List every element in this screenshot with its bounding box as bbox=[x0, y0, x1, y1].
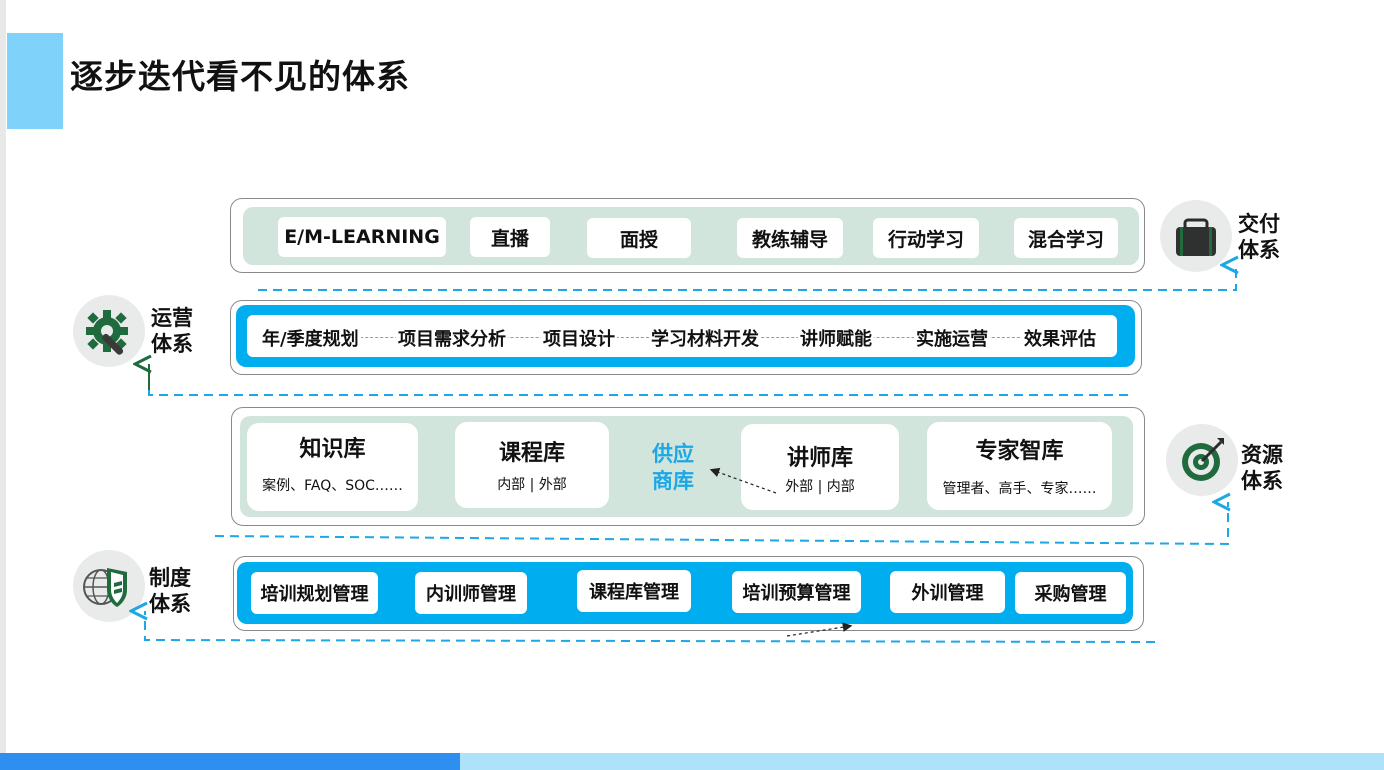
footer-bar-dark bbox=[0, 753, 460, 770]
supplier-to-lecturer-arrow bbox=[709, 467, 777, 494]
delivery-connector bbox=[258, 265, 1236, 291]
institution-small-arrow bbox=[786, 622, 853, 637]
operations-connector bbox=[148, 364, 1128, 396]
connector-overlay bbox=[0, 0, 1384, 643]
footer-bar-light bbox=[460, 753, 1384, 770]
institution-connector bbox=[145, 611, 1156, 643]
resources-connector bbox=[214, 502, 1228, 546]
